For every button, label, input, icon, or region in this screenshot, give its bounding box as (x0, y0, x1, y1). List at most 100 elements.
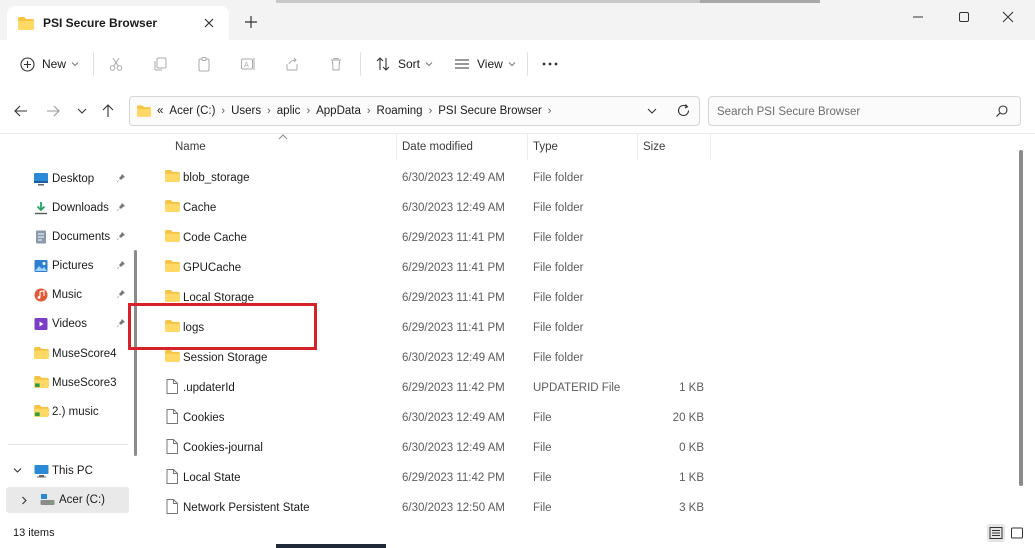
close-tab-icon[interactable] (201, 15, 217, 31)
share-button[interactable] (284, 52, 300, 76)
maximize-icon[interactable] (941, 6, 987, 28)
column-header-name[interactable]: Name (175, 141, 206, 153)
new-button[interactable]: New (20, 52, 79, 76)
close-window-icon[interactable] (985, 6, 1031, 28)
recent-locations-chevron-icon[interactable] (74, 103, 90, 119)
file-list-scrollbar[interactable] (1019, 150, 1023, 486)
sidebar-scrollbar[interactable] (134, 250, 137, 456)
sidebar-item-downloads[interactable]: Downloads (0, 195, 130, 221)
file-date: 6/30/2023 12:49 AM (402, 352, 505, 364)
delete-button[interactable] (328, 52, 344, 76)
sidebar-item-acer-drive[interactable]: Acer (C:) (6, 487, 129, 513)
file-type: File folder (533, 352, 584, 364)
chevron-right-icon[interactable]: › (548, 105, 552, 117)
table-row[interactable]: Code Cache 6/29/2023 11:41 PM File folde… (148, 223, 708, 253)
file-date: 6/29/2023 11:42 PM (402, 472, 505, 484)
svg-text:A: A (244, 61, 249, 69)
refresh-icon[interactable] (676, 103, 691, 118)
table-row[interactable]: Cache 6/30/2023 12:49 AM File folder (148, 193, 708, 223)
more-icon (541, 56, 559, 72)
view-button[interactable]: View (454, 52, 516, 76)
file-name: blob_storage (183, 172, 250, 184)
file-type: UPDATERID File (533, 382, 621, 394)
chevron-right-icon[interactable]: › (367, 105, 371, 117)
tiles-view-icon[interactable] (1008, 524, 1026, 542)
folder-icon (165, 230, 180, 242)
breadcrumb-item[interactable]: Acer (C:) (169, 105, 215, 117)
chevron-down-icon[interactable] (13, 467, 22, 474)
sidebar-item-label: 2.) music (52, 406, 99, 418)
breadcrumb-overflow[interactable]: « (157, 105, 163, 117)
sidebar-item-videos[interactable]: Videos (0, 311, 130, 337)
folder-icon (34, 376, 49, 388)
rename-button[interactable]: A (240, 52, 256, 76)
forward-arrow-icon[interactable] (45, 103, 61, 119)
breadcrumb-item[interactable]: aplic (277, 105, 301, 117)
file-date: 6/30/2023 12:49 AM (402, 442, 505, 454)
address-bar[interactable]: « Acer (C:) › Users › aplic › AppData › … (129, 96, 700, 126)
back-arrow-icon[interactable] (13, 103, 29, 119)
table-row[interactable]: Cookies-journal 6/30/2023 12:49 AM File … (148, 433, 708, 463)
column-header-date[interactable]: Date modified (402, 141, 473, 153)
table-row[interactable]: .updaterId 6/29/2023 11:42 PM UPDATERID … (148, 373, 708, 403)
navigation-bar: « Acer (C:) › Users › aplic › AppData › … (0, 88, 1035, 134)
sidebar-item-musescore4[interactable]: MuseScore4 (0, 341, 130, 367)
chevron-right-icon[interactable]: › (429, 105, 433, 117)
plus-circle-icon (20, 56, 35, 72)
sidebar-item-label: MuseScore3 (52, 377, 117, 389)
search-box[interactable] (708, 96, 1021, 126)
folder-icon (165, 260, 180, 272)
column-divider[interactable] (396, 134, 397, 160)
details-view-icon[interactable] (987, 524, 1005, 542)
command-bar: New A Sort View (0, 40, 1035, 88)
file-type: File folder (533, 202, 584, 214)
sidebar-item-pictures[interactable]: Pictures (0, 253, 130, 279)
minimize-icon[interactable] (895, 6, 941, 28)
table-row[interactable]: GPUCache 6/29/2023 11:41 PM File folder (148, 253, 708, 283)
file-name: Network Persistent State (183, 502, 310, 514)
tab-psi-secure-browser[interactable]: PSI Secure Browser (7, 6, 229, 40)
sidebar-item-this-pc[interactable]: This PC (0, 458, 130, 484)
file-icon (166, 379, 178, 394)
copy-button[interactable] (152, 52, 168, 76)
breadcrumb-item[interactable]: Roaming (377, 105, 423, 117)
more-options-button[interactable] (541, 52, 559, 76)
chevron-down-icon (425, 61, 433, 67)
sidebar-item-documents[interactable]: Documents (0, 224, 130, 250)
table-row[interactable]: Local State 6/29/2023 11:42 PM File 1 KB (148, 463, 708, 493)
file-name: Local State (183, 472, 241, 484)
file-type: File (533, 442, 552, 454)
chevron-right-icon[interactable]: › (267, 105, 271, 117)
highlight-box (128, 303, 317, 350)
sidebar-item-2-music[interactable]: 2.) music (0, 399, 130, 425)
file-size: 3 KB (679, 502, 704, 514)
cut-button[interactable] (108, 52, 124, 76)
chevron-right-icon[interactable]: › (306, 105, 310, 117)
sidebar-item-musescore3[interactable]: MuseScore3 (0, 370, 130, 396)
up-arrow-icon[interactable] (100, 103, 116, 119)
file-name: Session Storage (183, 352, 268, 364)
search-input[interactable] (715, 103, 985, 120)
file-size: 0 KB (679, 442, 704, 454)
search-icon[interactable] (995, 104, 1009, 118)
breadcrumb-item[interactable]: AppData (316, 105, 361, 117)
column-header-type[interactable]: Type (533, 141, 558, 153)
sort-button[interactable]: Sort (375, 52, 433, 76)
table-row[interactable]: Cookies 6/30/2023 12:49 AM File 20 KB (148, 403, 708, 433)
breadcrumb-item[interactable]: PSI Secure Browser (438, 105, 542, 117)
address-history-chevron-icon[interactable] (645, 104, 659, 118)
sidebar-item-label: This PC (52, 465, 93, 477)
table-row[interactable]: blob_storage 6/30/2023 12:49 AM File fol… (148, 163, 708, 193)
new-tab-icon[interactable] (243, 14, 259, 30)
sidebar-item-desktop[interactable]: Desktop (0, 166, 130, 192)
column-divider[interactable] (527, 134, 528, 160)
column-header-size[interactable]: Size (643, 141, 665, 153)
sidebar-item-music[interactable]: Music (0, 282, 130, 308)
chevron-right-icon[interactable] (21, 496, 28, 505)
breadcrumb-item[interactable]: Users (231, 105, 261, 117)
column-divider[interactable] (637, 134, 638, 160)
column-divider[interactable] (710, 134, 711, 160)
paste-button[interactable] (196, 52, 212, 76)
trash-icon (328, 56, 344, 72)
chevron-right-icon[interactable]: › (221, 105, 225, 117)
